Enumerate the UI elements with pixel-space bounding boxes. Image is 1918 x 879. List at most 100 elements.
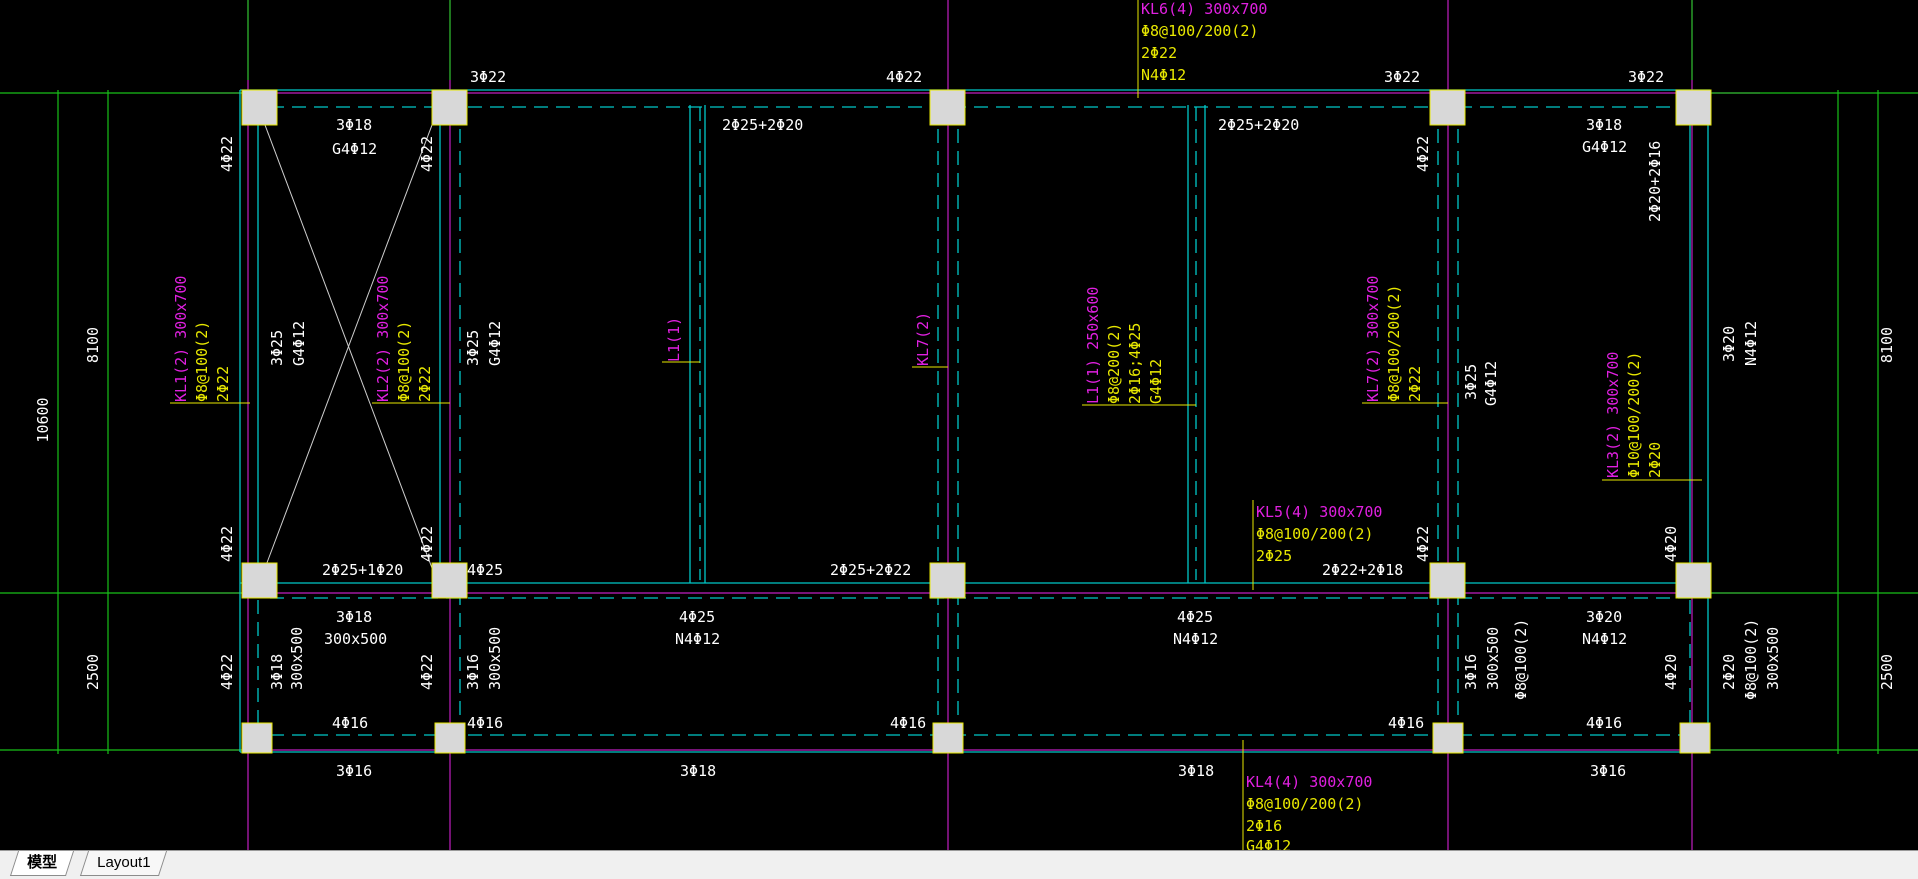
column — [929, 89, 966, 126]
rebar-label: 3Φ18 — [1586, 116, 1622, 134]
kl3-stirrup: Φ10@100/200(2) — [1625, 352, 1643, 478]
column — [1675, 89, 1712, 126]
rebar-label: Φ8@100(2) — [1512, 619, 1530, 700]
rebar-label: 4Φ16 — [467, 714, 503, 732]
kl1-name: KL1(2) 300x700 — [172, 276, 190, 402]
column — [1429, 562, 1466, 599]
callout-kl6: KL6(4) 300x700 Φ8@100/200(2) 2Φ22 N4Φ12 — [1141, 0, 1267, 84]
column — [241, 89, 278, 126]
kl4-stirrup: Φ8@100/200(2) — [1246, 795, 1363, 813]
cad-drawing-canvas[interactable]: 10600 8100 2500 8100 2500 KL6(4) 300x700… — [0, 0, 1918, 850]
tab-layout1[interactable]: Layout1 — [79, 851, 168, 876]
kl2-top: 2Φ22 — [416, 366, 434, 402]
column — [929, 562, 966, 599]
rebar-label: 300x500 — [1764, 627, 1782, 690]
rebar-label: 3Φ18 — [336, 608, 372, 626]
callout-l1b: L1(1) 250x600 Φ8@200(2) 2Φ16;4Φ25 G4Φ12 — [1084, 287, 1165, 404]
rebar-label: 2Φ25+1Φ20 — [322, 561, 403, 579]
rebar-label: 2Φ25+2Φ22 — [830, 561, 911, 579]
rebar-label: 4Φ22 — [218, 654, 236, 690]
rebar-label: 4Φ25 — [1177, 608, 1213, 626]
rebar-label: G4Φ12 — [486, 321, 504, 366]
kl1-stirrup: Φ8@100(2) — [193, 321, 211, 402]
l1b-top: 2Φ16;4Φ25 — [1126, 323, 1144, 404]
kl2-name: KL2(2) 300x700 — [374, 276, 392, 402]
axis-grid-lines — [180, 0, 1760, 850]
column — [1675, 562, 1712, 599]
rebar-label: Φ8@100(2) — [1742, 619, 1760, 700]
column — [1679, 722, 1711, 754]
rebar-label: N4Φ12 — [1582, 630, 1627, 648]
rebar-label: 3Φ18 — [1178, 762, 1214, 780]
column — [434, 722, 466, 754]
callout-kl7: KL7(2) 300x700 Φ8@100/200(2) 2Φ22 — [1364, 276, 1424, 402]
rebar-label: 3Φ18 — [336, 116, 372, 134]
kl7b-name: KL7(2) — [914, 312, 932, 366]
kl6-top: 2Φ22 — [1141, 44, 1177, 62]
rebar-label: 2Φ20+2Φ16 — [1646, 141, 1664, 222]
kl6-name: KL6(4) 300x700 — [1141, 0, 1267, 18]
kl2-stirrup: Φ8@100(2) — [395, 321, 413, 402]
kl5-top: 2Φ25 — [1256, 547, 1292, 565]
rebar-label: 4Φ16 — [332, 714, 368, 732]
dim-right-upper: 8100 — [1878, 327, 1896, 363]
callout-kl1: KL1(2) 300x700 Φ8@100(2) 2Φ22 — [172, 276, 232, 402]
callout-kl4: KL4(4) 300x700 Φ8@100/200(2) 2Φ16 G4Φ12 — [1246, 773, 1372, 850]
callout-kl2: KL2(2) 300x700 Φ8@100(2) 2Φ22 — [374, 276, 434, 402]
rebar-label: 3Φ16 — [1462, 654, 1480, 690]
rebar-labels: 3Φ22 4Φ22 3Φ22 3Φ22 3Φ18 G4Φ12 2Φ25+2Φ20… — [218, 68, 1782, 780]
rebar-label: 2Φ22+2Φ18 — [1322, 561, 1403, 579]
rebar-label: 4Φ16 — [1388, 714, 1424, 732]
rebar-label: 300x500 — [1484, 627, 1502, 690]
kl5-name: KL5(4) 300x700 — [1256, 503, 1382, 521]
dim-left-lower: 2500 — [84, 654, 102, 690]
column — [431, 562, 468, 599]
layout-tab-bar: 模型 Layout1 — [0, 850, 1918, 879]
callout-kl3: KL3(2) 300x700 Φ10@100/200(2) 2Φ20 — [1604, 352, 1664, 478]
rebar-label: 3Φ25 — [1462, 364, 1480, 400]
rebar-label: 3Φ25 — [464, 330, 482, 366]
column — [1432, 722, 1464, 754]
rebar-label: 4Φ25 — [467, 561, 503, 579]
rebar-label: 4Φ16 — [890, 714, 926, 732]
rebar-label: 3Φ25 — [268, 330, 286, 366]
dim-left-total: 10600 — [34, 397, 52, 442]
column — [241, 562, 278, 599]
rebar-label: 3Φ18 — [268, 654, 286, 690]
rebar-label: 4Φ22 — [1414, 526, 1432, 562]
kl6-stirrup: Φ8@100/200(2) — [1141, 22, 1258, 40]
rebar-label: N4Φ12 — [1173, 630, 1218, 648]
callout-l1a: L1(1) — [665, 317, 683, 362]
rebar-label: G4Φ12 — [1582, 138, 1627, 156]
kl7-top: 2Φ22 — [1406, 366, 1424, 402]
rebar-label: 4Φ20 — [1662, 526, 1680, 562]
rebar-label: 4Φ22 — [218, 136, 236, 172]
rebar-label: 3Φ20 — [1586, 608, 1622, 626]
rebar-label: 3Φ16 — [464, 654, 482, 690]
rebar-label: 3Φ22 — [1384, 68, 1420, 86]
rebar-label: G4Φ12 — [1482, 361, 1500, 406]
rebar-label: 4Φ25 — [679, 608, 715, 626]
rebar-label: 4Φ22 — [1414, 136, 1432, 172]
rebar-label: 4Φ22 — [418, 136, 436, 172]
kl3-name: KL3(2) 300x700 — [1604, 352, 1622, 478]
rebar-label: 4Φ22 — [418, 526, 436, 562]
rebar-label: 3Φ16 — [1590, 762, 1626, 780]
kl4-side: G4Φ12 — [1246, 837, 1291, 850]
rebar-label: 3Φ20 — [1720, 326, 1738, 362]
l1a-name: L1(1) — [665, 317, 683, 362]
tab-model[interactable]: 模型 — [9, 851, 75, 876]
rebar-label: 300x500 — [324, 630, 387, 648]
kl3-top: 2Φ20 — [1646, 442, 1664, 478]
kl7-name: KL7(2) 300x700 — [1364, 276, 1382, 402]
rebar-label: 3Φ22 — [1628, 68, 1664, 86]
l1b-stirrup: Φ8@200(2) — [1105, 323, 1123, 404]
dim-right-lower: 2500 — [1878, 654, 1896, 690]
rebar-label: 2Φ20 — [1720, 654, 1738, 690]
rebar-label: 4Φ20 — [1662, 654, 1680, 690]
column — [932, 722, 964, 754]
rebar-label: G4Φ12 — [290, 321, 308, 366]
dim-left-upper: 8100 — [84, 327, 102, 363]
rebar-label: 2Φ25+2Φ20 — [722, 116, 803, 134]
rebar-label: N4Φ12 — [1742, 321, 1760, 366]
